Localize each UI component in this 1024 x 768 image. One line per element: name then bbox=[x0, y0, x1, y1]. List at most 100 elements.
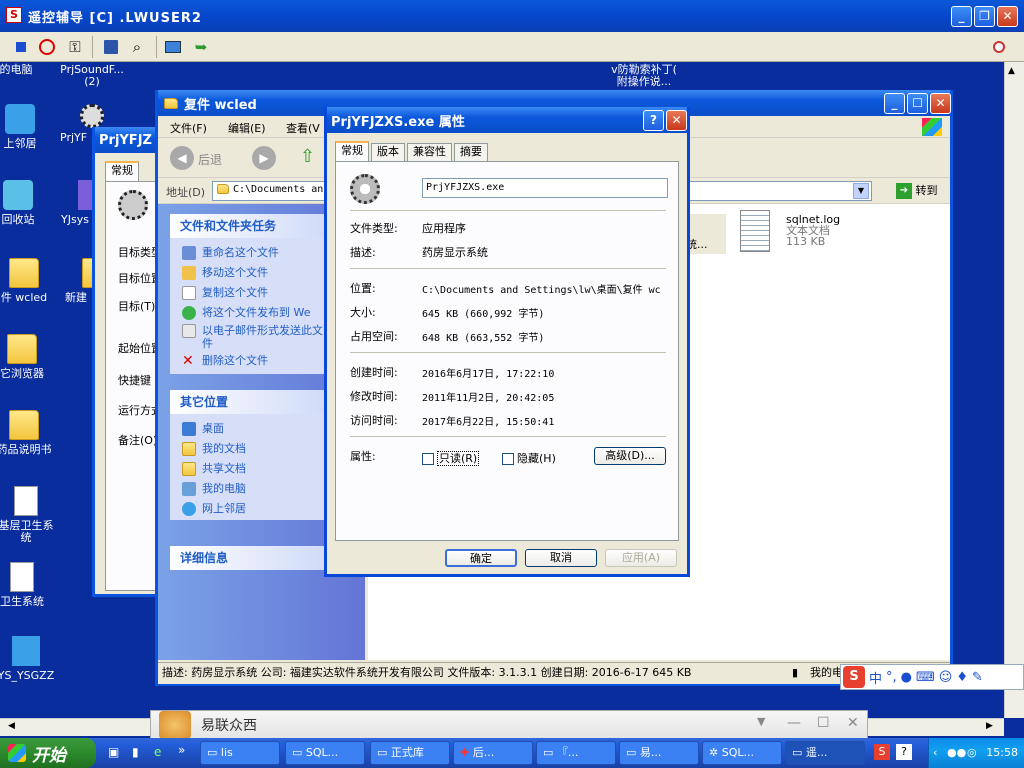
desktop-icon-patch[interactable]: v防勒索补丁( 附操作说... bbox=[604, 64, 684, 88]
taskbar-item-bracket[interactable]: ▭ 『... bbox=[536, 741, 616, 765]
chevron-down-icon[interactable]: ▼ bbox=[853, 183, 869, 199]
scroll-left-icon[interactable]: ◀ bbox=[8, 721, 15, 731]
shirt-icon[interactable]: ♦ bbox=[956, 670, 968, 685]
dialog-close-button[interactable]: ✕ bbox=[666, 110, 687, 131]
taskbar-item-backend[interactable]: ✚ 后... bbox=[453, 741, 533, 765]
arrow-forward-icon[interactable]: ➥ bbox=[190, 36, 212, 58]
tab-general[interactable]: 常规 bbox=[335, 141, 369, 161]
place-network[interactable]: 网上邻居 bbox=[182, 500, 246, 516]
quicklaunch-desktop-icon[interactable]: ▣ bbox=[108, 745, 119, 759]
back-label[interactable]: 后退 bbox=[198, 151, 222, 168]
menu-edit[interactable]: 编辑(E) bbox=[228, 120, 266, 136]
apply-button[interactable]: 应用(A) bbox=[605, 549, 677, 567]
back-arrow-icon[interactable]: ◀ bbox=[170, 146, 194, 170]
users-icon[interactable]: ☺ bbox=[939, 670, 953, 685]
keys-icon[interactable]: ⚿ bbox=[64, 36, 86, 58]
notification-minimize-button[interactable]: — bbox=[787, 715, 801, 731]
desktop-icon-drug-manual[interactable]: 药品说明书 bbox=[0, 410, 56, 456]
menu-view[interactable]: 查看(V bbox=[286, 120, 320, 136]
vertical-scrollbar[interactable]: ▲ bbox=[1004, 62, 1024, 718]
taskbar-item-lis[interactable]: ▭ lis bbox=[200, 741, 280, 765]
wrench-icon[interactable]: ✎ bbox=[972, 670, 983, 685]
maximize-button[interactable]: ❐ bbox=[974, 6, 995, 27]
taskbar-item-remote[interactable]: ▭ 遥... bbox=[785, 741, 865, 765]
advanced-button[interactable]: 高级(D)... bbox=[594, 447, 666, 465]
dialog-titlebar[interactable]: PrjYFJZXS.exe 属性 ? ✕ bbox=[327, 107, 687, 133]
desktop-icon-prjyf[interactable]: PrjYF bbox=[44, 104, 104, 144]
place-my-documents[interactable]: 我的文档 bbox=[182, 440, 246, 456]
hidden-checkbox[interactable]: 隐藏(H) bbox=[502, 450, 556, 466]
text-file-icon[interactable] bbox=[740, 210, 770, 252]
scroll-up-icon[interactable]: ▲ bbox=[1008, 66, 1015, 76]
ok-button[interactable]: 确定 bbox=[445, 549, 517, 567]
place-my-computer[interactable]: 我的电脑 bbox=[182, 480, 246, 496]
taskbar-item-sql1[interactable]: ▭ SQL... bbox=[285, 741, 365, 765]
taskbar-item-prod-db[interactable]: ▭ 正式库 bbox=[370, 741, 450, 765]
desktop-icon-health-system-2[interactable]: 卫生系统 bbox=[0, 562, 58, 608]
desktop-icon-browser[interactable]: 它浏览器 bbox=[0, 334, 58, 380]
filename-input[interactable]: PrjYFJZXS.exe bbox=[422, 178, 668, 198]
go-button[interactable]: ➔ 转到 bbox=[896, 182, 946, 200]
task-publish-web[interactable]: 将这个文件发布到 We bbox=[182, 304, 311, 320]
quicklaunch-app-icon[interactable]: ▮ bbox=[132, 745, 139, 759]
ime-tray-icon[interactable]: S bbox=[874, 744, 890, 760]
task-delete[interactable]: ✕ 删除这个文件 bbox=[182, 352, 268, 368]
start-button[interactable]: 开始 bbox=[0, 738, 96, 768]
desktop-icon-recycle[interactable]: 回收站 bbox=[0, 180, 54, 226]
quicklaunch-more-icon[interactable]: » bbox=[178, 743, 185, 757]
explorer-maximize-button[interactable]: ☐ bbox=[907, 93, 928, 114]
monitor-icon[interactable] bbox=[162, 36, 184, 58]
desktop-icon-my-computer[interactable]: 的电脑 bbox=[0, 64, 52, 76]
tray-chat-icon[interactable]: ●● bbox=[947, 738, 966, 768]
ime-logo-icon[interactable]: S bbox=[843, 666, 865, 688]
tab-compatibility[interactable]: 兼容性 bbox=[407, 143, 452, 161]
taskbar-item-sql2[interactable]: ✲ SQL... bbox=[702, 741, 782, 765]
file-item-sqlnet[interactable]: sqlnet.log 文本文档 113 KB bbox=[786, 214, 840, 247]
explorer-close-button[interactable]: ✕ bbox=[930, 93, 951, 114]
up-folder-icon[interactable]: ⇧ bbox=[300, 146, 322, 168]
address-input[interactable]: C:\Documents an bbox=[233, 184, 323, 195]
task-move[interactable]: 移动这个文件 bbox=[182, 264, 268, 280]
task-rename[interactable]: 重命名这个文件 bbox=[182, 244, 279, 260]
chevron-down-icon[interactable]: ▼ bbox=[757, 715, 765, 728]
tab-summary[interactable]: 摘要 bbox=[454, 143, 488, 161]
ime-toolbar[interactable]: S 中 °, ● ⌨ ☺ ♦ ✎ bbox=[840, 664, 1024, 690]
desktop-icon-wcled[interactable]: 件 wcled bbox=[0, 258, 60, 304]
desktop-icon-health-system[interactable]: 基层卫生系统 bbox=[0, 486, 58, 544]
help-button[interactable]: ? bbox=[643, 110, 664, 131]
file-item-partial[interactable]: 统... bbox=[686, 214, 726, 254]
ime-punct-toggle[interactable]: °, bbox=[886, 670, 897, 685]
menu-file[interactable]: 文件(F) bbox=[170, 120, 207, 136]
desktop-icon-ys-ysgzz[interactable]: YS_YSGZZ bbox=[0, 636, 62, 682]
notification-popup[interactable]: 易联众西 ▼ — ☐ ✕ bbox=[150, 710, 868, 740]
help-tray-icon[interactable]: ? bbox=[896, 744, 912, 760]
quicklaunch-ie-icon[interactable]: e bbox=[154, 745, 161, 759]
tab-general[interactable]: 常规 bbox=[105, 161, 139, 181]
remote-window-titlebar[interactable]: S 遥控辅导 [C] .LWUSER2 _ ❐ ✕ bbox=[0, 0, 1024, 32]
notification-close-button[interactable]: ✕ bbox=[847, 715, 859, 731]
explorer-minimize-button[interactable]: _ bbox=[884, 93, 905, 114]
task-email[interactable]: 以电子邮件形式发送此文件 bbox=[182, 324, 332, 349]
minimize-button[interactable]: _ bbox=[951, 6, 972, 27]
forward-arrow-icon[interactable]: ▶ bbox=[252, 146, 276, 170]
notification-maximize-button[interactable]: ☐ bbox=[817, 715, 830, 731]
block-input-icon[interactable] bbox=[36, 36, 58, 58]
place-desktop[interactable]: 桌面 bbox=[182, 420, 224, 436]
cancel-button[interactable]: 取消 bbox=[525, 549, 597, 567]
save-icon[interactable] bbox=[100, 36, 122, 58]
clock[interactable]: 15:58 bbox=[986, 746, 1018, 759]
taskbar-item-yilian[interactable]: ▭ 易... bbox=[619, 741, 699, 765]
ime-mode-toggle[interactable]: 中 bbox=[869, 668, 882, 687]
search-icon[interactable]: ⌕ bbox=[126, 36, 148, 58]
desktop-icon-new[interactable]: 新建 bbox=[56, 258, 96, 304]
close-button[interactable]: ✕ bbox=[997, 6, 1018, 27]
tray-expand-icon[interactable]: ‹ bbox=[933, 738, 937, 768]
scroll-right-icon[interactable]: ▶ bbox=[986, 721, 993, 731]
microphone-icon[interactable]: ● bbox=[901, 670, 912, 685]
place-shared-documents[interactable]: 共享文档 bbox=[182, 460, 246, 476]
tray-qq-icon[interactable]: ◎ bbox=[967, 738, 977, 768]
keyboard-icon[interactable]: ⌨ bbox=[916, 670, 935, 685]
readonly-checkbox[interactable]: 只读(R) bbox=[422, 450, 480, 466]
task-copy[interactable]: 复制这个文件 bbox=[182, 284, 268, 300]
desktop-icon-prjsound[interactable]: PrjSoundF... (2) bbox=[56, 64, 128, 88]
